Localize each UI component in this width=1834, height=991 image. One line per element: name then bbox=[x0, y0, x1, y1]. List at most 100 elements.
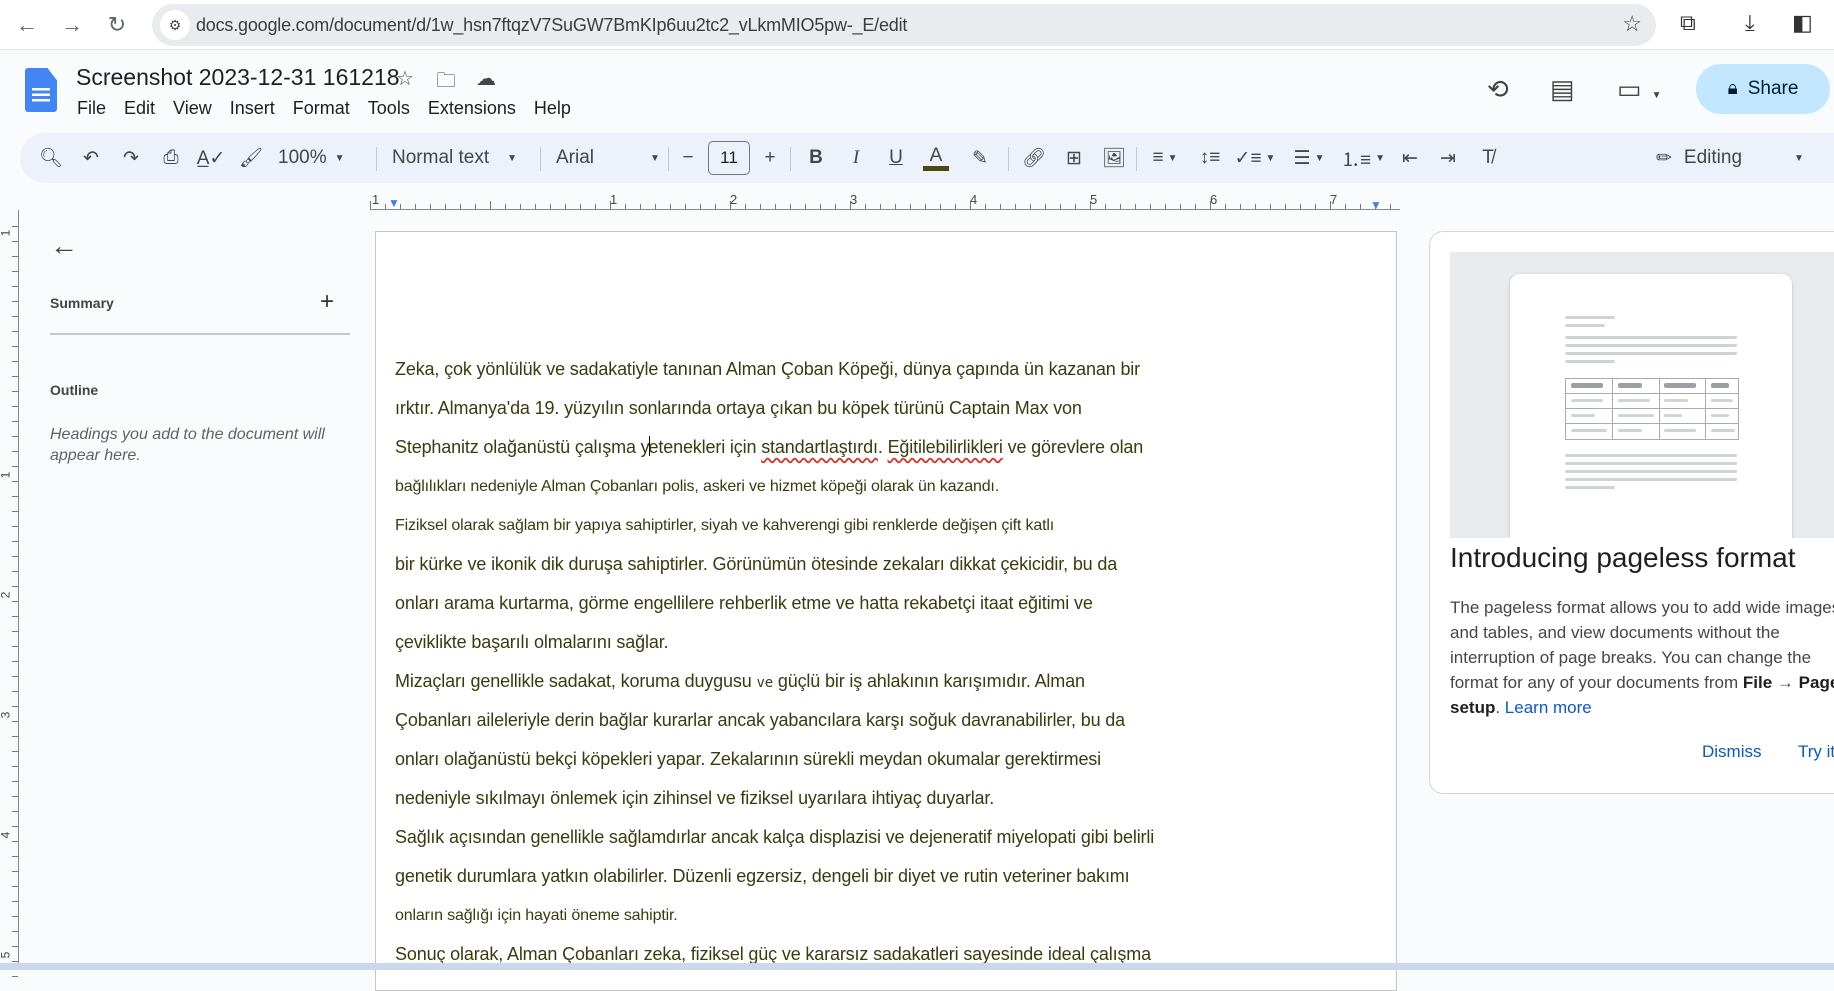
cloud-saved-icon[interactable]: ☁ bbox=[476, 66, 496, 91]
try-it-button[interactable]: Try it bbox=[1798, 742, 1834, 762]
learn-more-link[interactable]: Learn more bbox=[1505, 698, 1592, 717]
site-settings-icon[interactable]: ⚙ bbox=[160, 10, 190, 40]
vertical-ruler[interactable] bbox=[18, 210, 19, 970]
clear-formatting-icon[interactable]: T̸ bbox=[1468, 133, 1508, 183]
increase-indent-icon[interactable]: ⇥ bbox=[1428, 133, 1468, 183]
insert-image-icon[interactable]: 🖼︎ bbox=[1094, 133, 1134, 183]
vertical-ruler-tick bbox=[12, 421, 18, 422]
paint-format-icon[interactable]: 🖌︎ bbox=[234, 133, 268, 183]
text-run: . bbox=[877, 437, 888, 457]
menu-help[interactable]: Help bbox=[525, 96, 580, 121]
vertical-ruler-tick bbox=[12, 886, 18, 887]
vertical-ruler-tick bbox=[12, 946, 18, 947]
line-spacing-icon[interactable]: ↕≡ bbox=[1190, 133, 1230, 183]
decrease-font-size-button[interactable]: − bbox=[672, 133, 704, 183]
doc-line[interactable]: Fiziksel olarak sağlam bir yapıya sahipt… bbox=[395, 506, 1195, 545]
comments-icon[interactable]: ▤ bbox=[1550, 74, 1575, 105]
download-icon[interactable]: ⤓ bbox=[1745, 10, 1755, 36]
text-run: ve bbox=[756, 675, 773, 691]
doc-line[interactable]: onları olağanüstü bekçi köpekleri yapar.… bbox=[395, 740, 1195, 779]
undo-icon[interactable]: ↶ bbox=[74, 133, 108, 183]
right-indent-marker[interactable]: ▼ bbox=[1370, 198, 1382, 212]
version-history-icon[interactable]: ⟲ bbox=[1487, 74, 1509, 105]
doc-line[interactable]: Stephanitz olağanüstü çalışma yetenekler… bbox=[395, 428, 1195, 467]
document-body[interactable]: Zeka, çok yönlülük ve sadakatiyle tanına… bbox=[395, 350, 1195, 974]
font-select[interactable]: Arial ▼ bbox=[556, 133, 676, 183]
bookmark-star-icon[interactable]: ☆ bbox=[1622, 11, 1642, 37]
ruler-tick bbox=[625, 204, 626, 209]
text-run: Stephanitz olağanüstü çalışma y bbox=[395, 437, 650, 457]
vertical-ruler-tick bbox=[12, 916, 18, 917]
doc-line[interactable]: onların sağlığı için hayati öneme sahipt… bbox=[395, 896, 1195, 935]
move-folder-icon[interactable]: 🗀 bbox=[436, 66, 456, 100]
underline-icon[interactable]: U bbox=[876, 133, 916, 183]
dismiss-button[interactable]: Dismiss bbox=[1702, 742, 1762, 762]
menu-view[interactable]: View bbox=[164, 96, 221, 121]
text-color-button[interactable]: A bbox=[916, 133, 956, 183]
menu-edit[interactable]: Edit bbox=[115, 96, 164, 121]
highlight-icon[interactable]: ✎ bbox=[960, 133, 1000, 183]
doc-line[interactable]: genetik durumlara yatkın olabilirler. Dü… bbox=[395, 857, 1195, 896]
misspelled-word[interactable]: Eğitilebilirlikleri bbox=[888, 437, 1003, 457]
side-panel-icon[interactable]: ◧ bbox=[1792, 10, 1813, 36]
doc-line[interactable]: Zeka, çok yönlülük ve sadakatiyle tanına… bbox=[395, 350, 1195, 389]
print-icon[interactable]: ⎙ bbox=[154, 133, 188, 183]
ruler-tick bbox=[1270, 204, 1271, 209]
italic-icon[interactable]: I bbox=[836, 133, 876, 183]
bulleted-list-icon[interactable]: ☰ ▼ bbox=[1284, 133, 1334, 183]
document-page[interactable]: Zeka, çok yönlülük ve sadakatiyle tanına… bbox=[375, 231, 1397, 991]
editing-mode-select[interactable]: ✏︎ Editing ▼ bbox=[1656, 133, 1834, 183]
add-summary-icon[interactable]: + bbox=[320, 288, 334, 316]
doc-line[interactable]: bağlılıkları nedeniyle Alman Çobanları p… bbox=[395, 467, 1195, 506]
menu-file[interactable]: File bbox=[68, 96, 115, 121]
back-icon[interactable]: ← bbox=[10, 8, 44, 42]
checklist-icon[interactable]: ✓≡ ▼ bbox=[1230, 133, 1280, 183]
add-comment-icon[interactable]: ⊞ bbox=[1054, 133, 1094, 183]
ruler-tick bbox=[985, 204, 986, 209]
numbered-list-icon[interactable]: ⒈≡ ▼ bbox=[1338, 133, 1388, 183]
doc-line[interactable]: Çobanları aileleriyle derin bağlar kurar… bbox=[395, 701, 1195, 740]
doc-line[interactable]: bir kürke ve ikonik dik duruşa sahiptirl… bbox=[395, 545, 1195, 584]
address-bar[interactable]: ⚙ docs.google.com/document/d/1w_hsn7ftqz… bbox=[152, 4, 1656, 46]
ruler-tick bbox=[925, 204, 926, 209]
close-outline-icon[interactable]: ← bbox=[50, 230, 78, 262]
doc-line[interactable]: Mizaçları genellikle sadakat, koruma duy… bbox=[395, 662, 1195, 701]
doc-line[interactable]: ırktır. Almanya'da 19. yüzyılın sonların… bbox=[395, 389, 1195, 428]
ruler-tick bbox=[1000, 204, 1001, 209]
document-title[interactable]: Screenshot 2023-12-31 161218 bbox=[76, 64, 400, 91]
doc-line[interactable]: onları arama kurtarma, görme engellilere… bbox=[395, 584, 1195, 623]
share-button[interactable]: 🔒︎ Share bbox=[1696, 64, 1830, 114]
doc-line[interactable]: Sağlık açısından genellikle sağlamdırlar… bbox=[395, 818, 1195, 857]
misspelled-word[interactable]: standartlaştırdı bbox=[761, 437, 878, 457]
insert-link-icon[interactable]: 🔗︎ bbox=[1014, 133, 1054, 183]
star-icon[interactable]: ☆ bbox=[396, 66, 414, 91]
spellcheck-icon[interactable]: A̲✓ bbox=[194, 133, 228, 183]
doc-line[interactable]: çeviklikte başarılı olmalarını sağlar. bbox=[395, 623, 1195, 662]
zoom-select[interactable]: 100% ▼ bbox=[278, 133, 378, 183]
forward-icon[interactable]: → bbox=[55, 8, 89, 42]
increase-font-size-button[interactable]: + bbox=[754, 133, 786, 183]
url-text[interactable]: docs.google.com/document/d/1w_hsn7ftqzV7… bbox=[196, 15, 907, 36]
left-indent-marker[interactable]: ▼ bbox=[388, 196, 400, 210]
doc-line[interactable]: nedeniyle sıkılmayı önlemek için zihinse… bbox=[395, 779, 1195, 818]
meet-video-icon[interactable]: ▭ ▼ bbox=[1617, 74, 1661, 105]
decrease-indent-icon[interactable]: ⇤ bbox=[1390, 133, 1430, 183]
horizontal-ruler[interactable]: 1 1 2 3 4 5 6 7 ▼ ▼ bbox=[370, 192, 1400, 212]
vertical-ruler-tick bbox=[12, 856, 18, 857]
bold-icon[interactable]: B bbox=[796, 133, 836, 183]
search-menus-icon[interactable]: 🔍︎ bbox=[34, 133, 68, 183]
menu-format[interactable]: Format bbox=[284, 96, 359, 121]
docs-logo-icon[interactable] bbox=[25, 68, 57, 112]
menu-extensions[interactable]: Extensions bbox=[419, 96, 525, 121]
vertical-ruler-tick bbox=[12, 961, 18, 962]
align-select[interactable]: ≡ ▼ bbox=[1140, 133, 1190, 183]
ruler-tick bbox=[1240, 204, 1241, 209]
redo-icon[interactable]: ↷ bbox=[114, 133, 148, 183]
reload-icon[interactable]: ↻ bbox=[100, 8, 134, 42]
extensions-icon[interactable]: ⧉ bbox=[1680, 10, 1696, 36]
ruler-label: 3 bbox=[850, 192, 858, 207]
menu-insert[interactable]: Insert bbox=[221, 96, 284, 121]
font-size-input[interactable]: 11 bbox=[708, 141, 750, 175]
menu-tools[interactable]: Tools bbox=[359, 96, 419, 121]
style-select[interactable]: Normal text ▼ bbox=[392, 133, 542, 183]
